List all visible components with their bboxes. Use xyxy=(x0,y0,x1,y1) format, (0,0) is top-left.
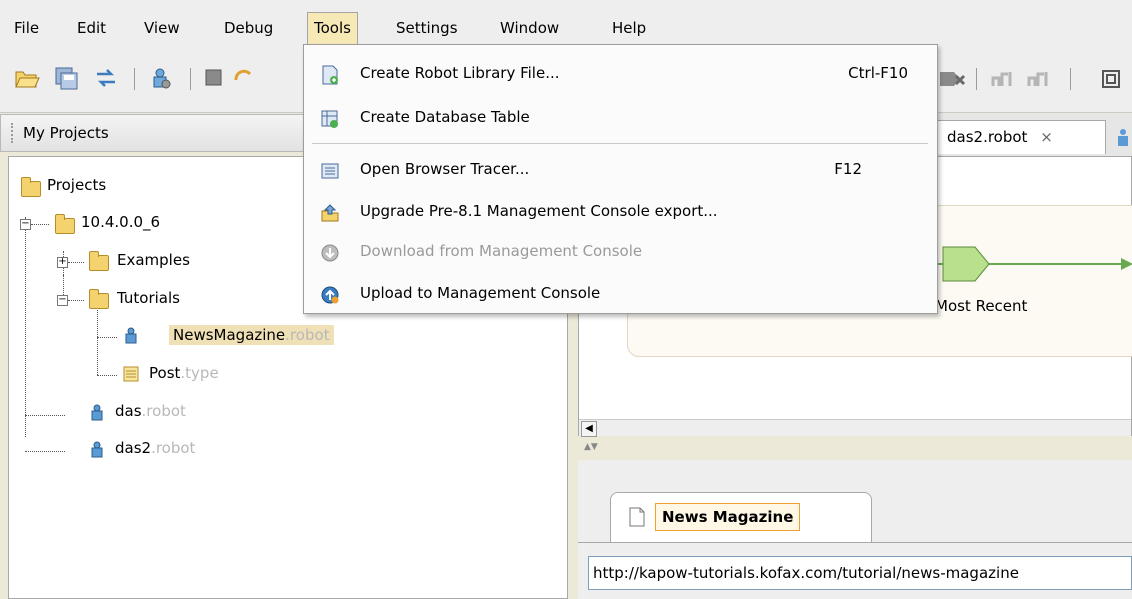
folder-icon xyxy=(89,251,109,271)
expand-icon[interactable]: + xyxy=(57,257,68,268)
tree-item-examples[interactable]: Examples xyxy=(117,251,190,269)
item-name: das2 xyxy=(115,439,152,457)
menu-view[interactable]: View xyxy=(138,14,186,42)
tree-item-das2[interactable]: das2.robot xyxy=(115,439,195,457)
open-folder-icon[interactable] xyxy=(14,66,40,90)
menu-item-label: Upload to Management Console xyxy=(360,284,601,302)
toolbar-separator xyxy=(190,68,191,90)
tree-item-project[interactable]: 10.4.0.0_6 xyxy=(81,213,160,231)
menu-item-label: Open Browser Tracer... xyxy=(360,160,530,178)
url-field[interactable]: http://kapow-tutorials.kofax.com/tutoria… xyxy=(588,556,1132,590)
robot-icon xyxy=(91,441,103,458)
step-icon[interactable] xyxy=(938,68,968,90)
database-table-icon xyxy=(321,110,338,128)
panel-title: My Projects xyxy=(23,124,109,142)
robot-library-file-icon xyxy=(322,65,338,85)
tree-item-newsmagazine[interactable]: NewsMagazine.robot xyxy=(169,325,334,345)
menu-item-shortcut: F12 xyxy=(834,160,862,178)
step-label: Most Recent xyxy=(935,297,1028,315)
item-extension: .robot xyxy=(285,326,330,344)
sync-icon[interactable] xyxy=(94,66,120,90)
tab-das2-robot[interactable]: das2.robot × xyxy=(936,120,1106,154)
item-name: das xyxy=(115,402,142,420)
tab-label: das2.robot xyxy=(947,128,1028,146)
item-extension: .robot xyxy=(151,439,196,457)
branch-right-icon[interactable] xyxy=(1026,68,1054,90)
menu-tools[interactable]: Tools xyxy=(307,12,358,45)
folder-open-icon xyxy=(55,214,75,234)
type-icon xyxy=(123,366,139,382)
robot-icon xyxy=(125,327,137,344)
splitter-arrows-icon[interactable]: ▲▼ xyxy=(584,442,598,452)
menu-help[interactable]: Help xyxy=(606,14,652,42)
window-icon[interactable] xyxy=(1100,68,1124,90)
collapse-icon[interactable]: − xyxy=(20,219,31,230)
tree-item-das[interactable]: das.robot xyxy=(115,402,186,420)
tree-item-tutorials[interactable]: Tutorials xyxy=(117,289,180,307)
toolbar-separator xyxy=(134,68,135,90)
close-icon[interactable]: × xyxy=(1040,128,1053,146)
toolbar-separator xyxy=(1070,68,1071,90)
download-icon xyxy=(321,244,339,262)
robot-icon xyxy=(1118,129,1128,146)
robot-icon xyxy=(91,404,103,421)
menu-item-create-database-table[interactable]: Create Database Table xyxy=(312,101,928,135)
tree-item-post[interactable]: Post.type xyxy=(149,364,219,382)
tab-news-magazine[interactable]: News Magazine xyxy=(610,492,872,542)
item-extension: .type xyxy=(180,364,219,382)
flow-step[interactable] xyxy=(935,241,1132,287)
menu-item-label: Create Robot Library File... xyxy=(360,64,560,82)
menu-item-upgrade-export[interactable]: Upgrade Pre-8.1 Management Console expor… xyxy=(312,195,928,229)
tools-dropdown-menu: Create Robot Library File... Ctrl-F10 Cr… xyxy=(303,44,938,314)
browser-tracer-icon xyxy=(321,163,339,179)
folder-open-icon xyxy=(21,177,41,197)
menu-edit[interactable]: Edit xyxy=(71,14,112,42)
save-all-icon[interactable] xyxy=(54,66,80,90)
stop-icon[interactable] xyxy=(204,68,224,88)
toolbar-separator xyxy=(976,68,977,90)
upload-icon xyxy=(321,286,339,304)
menu-separator xyxy=(312,143,928,144)
drag-grip[interactable] xyxy=(11,123,15,143)
collapse-icon[interactable]: − xyxy=(57,295,68,306)
tab-title: News Magazine xyxy=(655,503,801,531)
folder-icon xyxy=(89,289,109,309)
menu-item-download-console: Download from Management Console xyxy=(312,235,928,269)
refresh-icon[interactable] xyxy=(232,66,254,90)
menu-item-shortcut: Ctrl-F10 xyxy=(848,64,908,82)
browser-view: News Magazine http://kapow-tutorials.kof… xyxy=(578,460,1132,599)
menu-item-label: Download from Management Console xyxy=(360,242,643,260)
menu-file[interactable]: File xyxy=(8,14,45,42)
page-icon xyxy=(629,507,645,527)
scroll-left-icon[interactable]: ◀ xyxy=(581,421,597,437)
robot-settings-icon[interactable] xyxy=(148,66,174,90)
item-name: NewsMagazine xyxy=(173,326,286,344)
menu-debug[interactable]: Debug xyxy=(218,14,279,42)
menu-item-label: Create Database Table xyxy=(360,108,530,126)
menu-item-open-browser-tracer[interactable]: Open Browser Tracer... F12 xyxy=(312,153,928,187)
menu-item-create-robot-library[interactable]: Create Robot Library File... Ctrl-F10 xyxy=(312,57,928,91)
branch-left-icon[interactable] xyxy=(990,68,1018,90)
menu-item-upload-console[interactable]: Upload to Management Console xyxy=(312,277,928,311)
item-extension: .robot xyxy=(141,402,186,420)
upgrade-icon xyxy=(321,204,339,222)
menu-bar: File Edit View Debug Tools Settings Wind… xyxy=(0,0,1132,50)
menu-window[interactable]: Window xyxy=(494,14,565,42)
horizontal-scrollbar[interactable]: ◀ xyxy=(579,419,1131,437)
tree-item-projects[interactable]: Projects xyxy=(47,176,106,194)
item-name: Post xyxy=(149,364,181,382)
menu-item-label: Upgrade Pre-8.1 Management Console expor… xyxy=(360,202,718,220)
menu-settings[interactable]: Settings xyxy=(390,14,464,42)
